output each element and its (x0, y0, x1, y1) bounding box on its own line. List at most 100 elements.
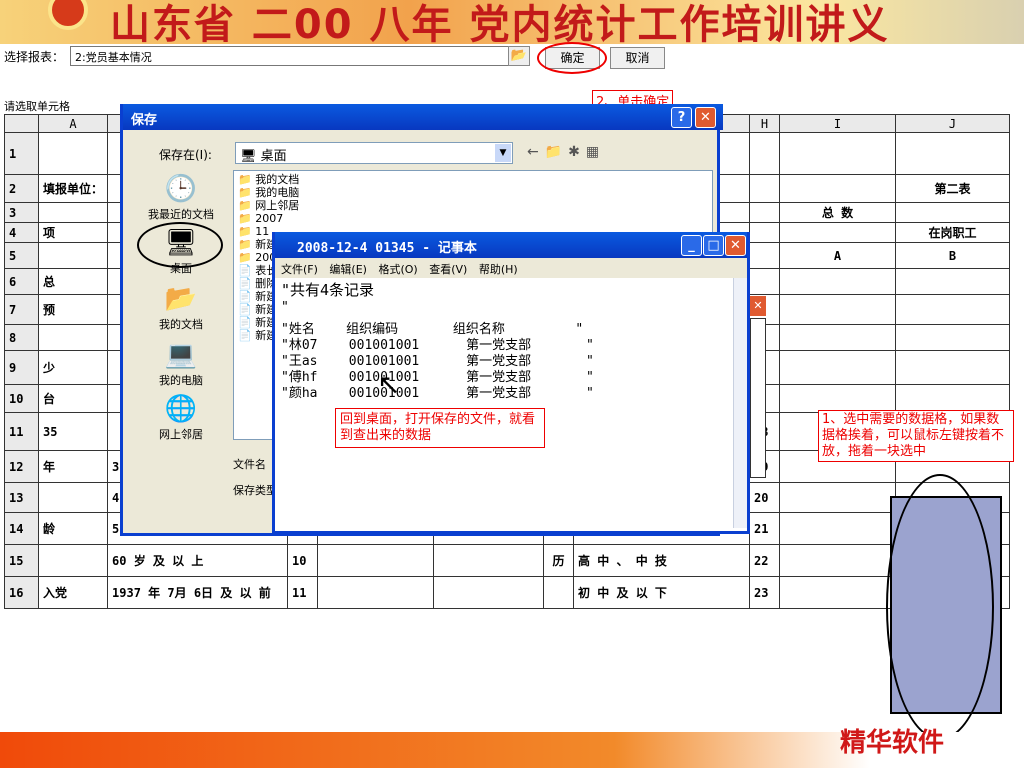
close-icon[interactable]: ✕ (750, 296, 766, 316)
notepad-window[interactable]: 2008-12-4 01345 - 记事本 _ □ ✕ 文件(F) 编辑(E) … (272, 232, 750, 534)
col-header-j[interactable]: J (895, 114, 1011, 133)
cell-h[interactable] (749, 222, 781, 243)
cell-f[interactable] (543, 576, 575, 609)
row-header[interactable]: 11 (4, 412, 39, 451)
cell-a[interactable] (37, 202, 109, 223)
menu-file[interactable]: 文件(F) (281, 263, 318, 276)
chevron-down-icon[interactable]: ▼ (495, 144, 511, 162)
cell-i[interactable] (779, 268, 897, 295)
row-header[interactable]: 8 (4, 324, 39, 351)
cell-h[interactable] (749, 202, 781, 223)
cell-b[interactable]: 1937 年 7月 6日 及 以 前 (107, 576, 289, 609)
row-header[interactable]: 7 (4, 294, 39, 325)
col-header-h[interactable]: H (749, 114, 781, 133)
row-header[interactable]: 16 (4, 576, 39, 609)
cell-j[interactable] (895, 294, 1011, 325)
place-recent[interactable]: 🕒 我最近的文档 (131, 174, 231, 222)
row-header[interactable]: 4 (4, 222, 39, 243)
cell-i[interactable] (779, 384, 897, 413)
cell-j[interactable]: 在岗职工 (895, 222, 1011, 243)
corner-cell[interactable] (4, 114, 39, 133)
cell-a[interactable]: 总 (37, 268, 109, 295)
cell-g[interactable]: 初 中 及 以 下 (573, 576, 751, 609)
menu-edit[interactable]: 编辑(E) (329, 263, 367, 276)
cell-a[interactable]: 预 (37, 294, 109, 325)
row-header[interactable]: 1 (4, 132, 39, 175)
close-button[interactable]: ✕ (725, 235, 746, 256)
menu-format[interactable]: 格式(O) (378, 263, 417, 276)
menu-view[interactable]: 查看(V) (429, 263, 467, 276)
cell-h[interactable]: 23 (749, 576, 781, 609)
cell-i[interactable] (779, 350, 897, 385)
cell-a[interactable]: 35 (37, 412, 109, 451)
cell-j[interactable] (895, 268, 1011, 295)
cell-i[interactable] (779, 576, 897, 609)
cell-a[interactable]: 年 (37, 450, 109, 483)
cell-i[interactable] (779, 512, 897, 545)
cell-j[interactable] (895, 202, 1011, 223)
cell-a[interactable] (37, 544, 109, 577)
cancel-button[interactable]: 取消 (610, 47, 665, 69)
cell-h[interactable] (749, 174, 781, 203)
place-documents[interactable]: 📂 我的文档 (131, 284, 231, 332)
cell-a[interactable] (37, 324, 109, 351)
cell-h[interactable]: 22 (749, 544, 781, 577)
list-item[interactable]: 📁 我的电脑 (238, 186, 708, 199)
row-header[interactable]: 2 (4, 174, 39, 203)
row-header[interactable]: 9 (4, 350, 39, 385)
save-in-dropdown[interactable]: 🖥 桌面 (235, 142, 513, 164)
cell-h[interactable] (749, 242, 781, 269)
place-computer[interactable]: 💻 我的电脑 (131, 340, 231, 388)
col-header-a[interactable]: A (37, 114, 109, 133)
cell-a[interactable] (37, 482, 109, 513)
cell-h[interactable] (749, 132, 781, 175)
col-header-i[interactable]: I (779, 114, 897, 133)
table-row[interactable]: 15 60 岁 及 以 上 10 历高 中 、 中 技 22 (4, 544, 1011, 577)
list-item[interactable]: 📁 我的文档 (238, 173, 708, 186)
report-select[interactable]: 2:党员基本情况 (70, 46, 510, 66)
help-button[interactable]: ? (671, 107, 692, 128)
cell-j[interactable]: B (895, 242, 1011, 269)
cell-b[interactable]: 60 岁 及 以 上 (107, 544, 289, 577)
row-header[interactable]: 14 (4, 512, 39, 545)
row-header[interactable]: 12 (4, 450, 39, 483)
cell-c[interactable]: 10 (287, 544, 319, 577)
list-item[interactable]: 📁 网上邻居 (238, 199, 708, 212)
cell-i[interactable] (779, 544, 897, 577)
cell-h[interactable] (749, 268, 781, 295)
row-header[interactable]: 5 (4, 242, 39, 269)
row-header[interactable]: 15 (4, 544, 39, 577)
cell-i[interactable] (779, 132, 897, 175)
cell-a[interactable]: 台 (37, 384, 109, 413)
cell-h[interactable]: 20 (749, 482, 781, 513)
cell-e[interactable] (433, 576, 545, 609)
row-header[interactable]: 13 (4, 482, 39, 513)
cell-h[interactable]: 21 (749, 512, 781, 545)
cell-a[interactable] (37, 132, 109, 175)
table-row[interactable]: 16 入党 1937 年 7月 6日 及 以 前 11 初 中 及 以 下 23 (4, 576, 1011, 609)
cell-e[interactable] (433, 544, 545, 577)
cell-g[interactable]: 高 中 、 中 技 (573, 544, 751, 577)
close-button[interactable]: ✕ (695, 107, 716, 128)
cell-c[interactable]: 11 (287, 576, 319, 609)
cell-i[interactable] (779, 174, 897, 203)
row-header[interactable]: 3 (4, 202, 39, 223)
scrollbar[interactable] (733, 278, 747, 528)
cell-j[interactable]: 第二表 (895, 174, 1011, 203)
cell-a[interactable]: 龄 (37, 512, 109, 545)
cell-f[interactable]: 历 (543, 544, 575, 577)
row-header[interactable]: 6 (4, 268, 39, 295)
cell-j[interactable] (895, 384, 1011, 413)
cell-a[interactable]: 少 (37, 350, 109, 385)
minimize-button[interactable]: _ (681, 235, 702, 256)
cell-i[interactable] (779, 482, 897, 513)
cell-i[interactable] (779, 294, 897, 325)
cell-a[interactable]: 项 (37, 222, 109, 243)
cell-a[interactable]: 填报单位： (37, 174, 109, 203)
cell-i[interactable]: A (779, 242, 897, 269)
cell-i[interactable] (779, 324, 897, 351)
cell-j[interactable] (895, 350, 1011, 385)
cell-j[interactable] (895, 324, 1011, 351)
open-folder-button[interactable]: 📂 (508, 46, 530, 66)
nav-toolbar-icons[interactable]: ←📁✱▦ (527, 144, 605, 160)
